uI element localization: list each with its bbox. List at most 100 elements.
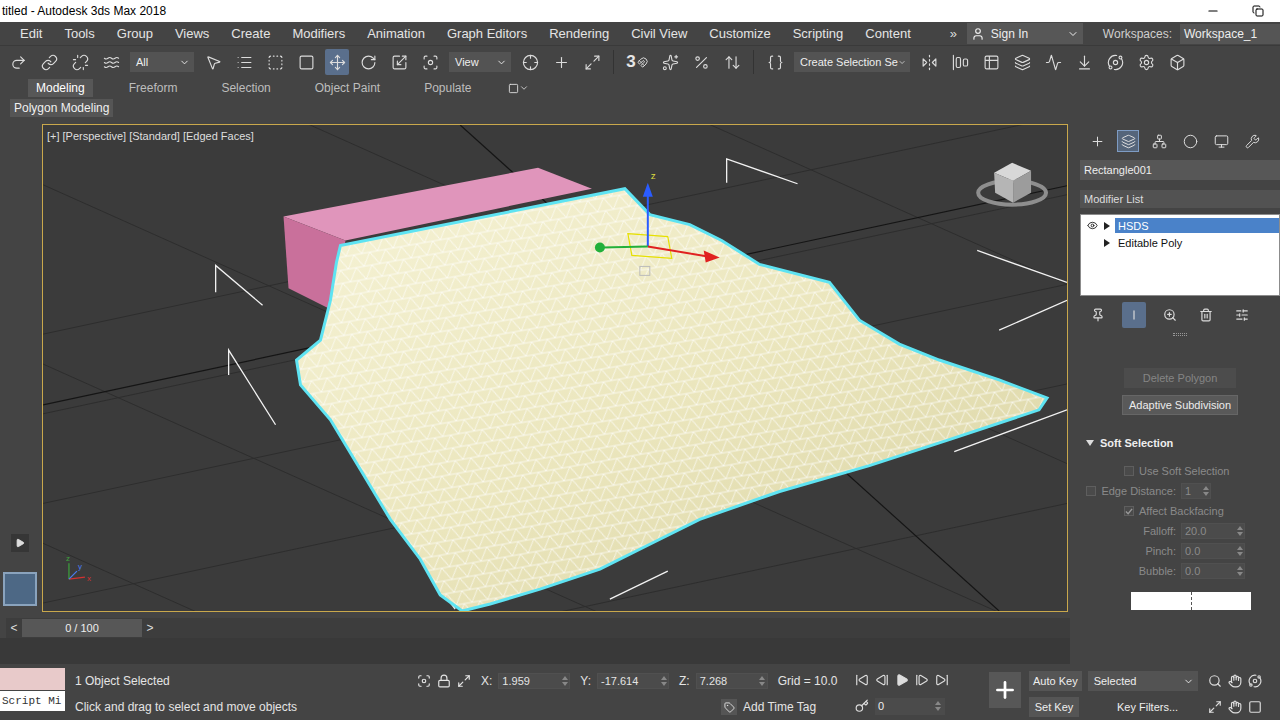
ribbon-tab[interactable]: Object Paint	[307, 79, 388, 97]
auto-key-button[interactable]: Auto Key	[1029, 671, 1082, 691]
object-name-field[interactable]: Rectangle001	[1080, 160, 1280, 180]
menu-item[interactable]: Group	[106, 26, 164, 41]
next-frame-button[interactable]: >	[142, 618, 158, 638]
zoom-icon[interactable]	[1208, 674, 1222, 688]
expand-arrow-icon[interactable]	[1103, 222, 1111, 230]
command-panel-tab[interactable]	[1179, 130, 1201, 152]
tool-button[interactable]	[99, 49, 123, 75]
orbit-icon[interactable]	[1248, 674, 1262, 688]
tool-button[interactable]	[294, 49, 318, 75]
selection-filter-dropdown[interactable]: All	[130, 52, 194, 72]
named-selection-set-dropdown[interactable]: Create Selection Se	[794, 52, 910, 72]
time-tag-button[interactable]	[721, 699, 737, 715]
spinner-arrows[interactable]	[659, 676, 668, 686]
expand-button[interactable]	[11, 534, 29, 552]
ribbon-tab[interactable]: Populate	[416, 79, 479, 97]
spinner-arrows[interactable]	[560, 676, 569, 686]
make-unique-button[interactable]	[1158, 302, 1182, 328]
tool-button[interactable]	[263, 49, 287, 75]
coordinate-field[interactable]: 1.959	[498, 673, 570, 689]
pan-icon[interactable]	[1228, 674, 1242, 688]
viewport-label[interactable]: [Perspective]	[63, 130, 127, 142]
tool-button[interactable]	[580, 49, 604, 75]
viewport-scene[interactable]: zxyz	[43, 125, 1067, 611]
spinner-arrows[interactable]	[1201, 486, 1210, 496]
menu-item[interactable]: Customize	[698, 26, 781, 41]
menu-item[interactable]: Rendering	[538, 26, 620, 41]
coordinate-field[interactable]: -17.614	[597, 673, 669, 689]
menu-item[interactable]: Views	[164, 26, 220, 41]
tool-button[interactable]	[658, 49, 682, 75]
tool-button[interactable]	[232, 49, 256, 75]
coordinate-field[interactable]: 7.268	[696, 673, 768, 689]
modifier-list-dropdown[interactable]: Modifier List	[1080, 190, 1280, 208]
tool-button[interactable]	[549, 49, 573, 75]
menu-item[interactable]: Graph Editors	[436, 26, 538, 41]
menu-item[interactable]: Modifiers	[281, 26, 356, 41]
tool-button[interactable]	[1072, 49, 1096, 75]
menu-overflow[interactable]: »	[948, 26, 959, 41]
viewport-label[interactable]: [Edged Faces]	[183, 130, 254, 142]
snap-toggle-button[interactable]: 3	[623, 49, 651, 75]
maxscript-listener[interactable]: Script Mi	[0, 668, 65, 720]
tool-button[interactable]	[689, 49, 713, 75]
expand-arrow-icon[interactable]	[1103, 239, 1111, 247]
tool-button[interactable]	[418, 49, 442, 75]
tool-button[interactable]	[1010, 49, 1034, 75]
key-filters-button[interactable]: Key Filters...	[1109, 697, 1186, 717]
tool-button[interactable]	[518, 49, 542, 75]
spinner-arrows[interactable]	[758, 676, 767, 686]
tool-button[interactable]	[1041, 49, 1065, 75]
tool-button[interactable]	[979, 49, 1003, 75]
minimize-button[interactable]	[1190, 0, 1235, 22]
rollout-header[interactable]: Soft Selection	[1080, 435, 1280, 451]
play-icon[interactable]	[895, 673, 909, 687]
tool-button[interactable]	[201, 49, 225, 75]
tool-button[interactable]	[720, 49, 744, 75]
walk-icon[interactable]	[1228, 700, 1242, 714]
next-frame-icon[interactable]	[915, 673, 929, 687]
time-slider[interactable]: <0 / 100>	[6, 618, 158, 638]
zoom-extents-icon[interactable]	[1208, 700, 1222, 714]
key-mode-dropdown[interactable]: Selected	[1088, 671, 1198, 691]
spinner-arrows[interactable]	[1235, 526, 1244, 536]
view-cube-icon[interactable]	[978, 163, 1046, 205]
spinner-arrows[interactable]	[1235, 546, 1244, 556]
ribbon-panel-label[interactable]: Polygon Modeling	[10, 99, 113, 117]
modifier-stack-item[interactable]: Editable Poly	[1081, 234, 1279, 251]
tool-button[interactable]	[6, 49, 30, 75]
workspace-dropdown[interactable]: Workspace_1	[1180, 24, 1280, 44]
previous-frame-button[interactable]: <	[6, 618, 22, 638]
track-bar[interactable]	[0, 638, 1070, 664]
tool-button[interactable]	[1103, 49, 1127, 75]
go-to-start-icon[interactable]	[855, 673, 869, 687]
falloff-curve[interactable]	[1131, 592, 1251, 610]
time-slider-track[interactable]: <0 / 100>	[6, 618, 1070, 638]
menu-item[interactable]: Edit	[9, 26, 53, 41]
remove-modifier-button[interactable]	[1194, 302, 1218, 328]
spinner-arrows[interactable]	[933, 701, 942, 711]
tool-button[interactable]	[68, 49, 92, 75]
menu-item[interactable]: Animation	[356, 26, 436, 41]
restore-button[interactable]	[1235, 0, 1280, 22]
configure-sets-button[interactable]	[1230, 302, 1254, 328]
spinner-arrows[interactable]	[1235, 566, 1244, 576]
rollout-arrow-icon[interactable]	[1086, 439, 1094, 447]
show-end-result-button[interactable]	[1122, 302, 1146, 328]
tool-button[interactable]	[325, 49, 349, 75]
tool-button[interactable]	[1134, 49, 1158, 75]
current-frame-field[interactable]: 0	[875, 698, 945, 715]
ribbon-toggle[interactable]	[508, 83, 529, 94]
set-key-button[interactable]: Set Key	[1029, 697, 1079, 717]
cloth-mesh[interactable]	[281, 181, 1059, 611]
viewport-label[interactable]: [Standard]	[129, 130, 180, 142]
tool-button[interactable]	[1165, 49, 1189, 75]
tool-button[interactable]	[948, 49, 972, 75]
viewport-layout-button[interactable]	[3, 572, 37, 606]
command-panel-tab[interactable]	[1241, 130, 1263, 152]
menu-item[interactable]: Create	[220, 26, 281, 41]
tool-button[interactable]	[37, 49, 61, 75]
panel-button[interactable]: Adaptive Subdivision	[1122, 395, 1238, 415]
command-panel-tab[interactable]	[1086, 130, 1108, 152]
ribbon-tab[interactable]: Selection	[213, 79, 278, 97]
